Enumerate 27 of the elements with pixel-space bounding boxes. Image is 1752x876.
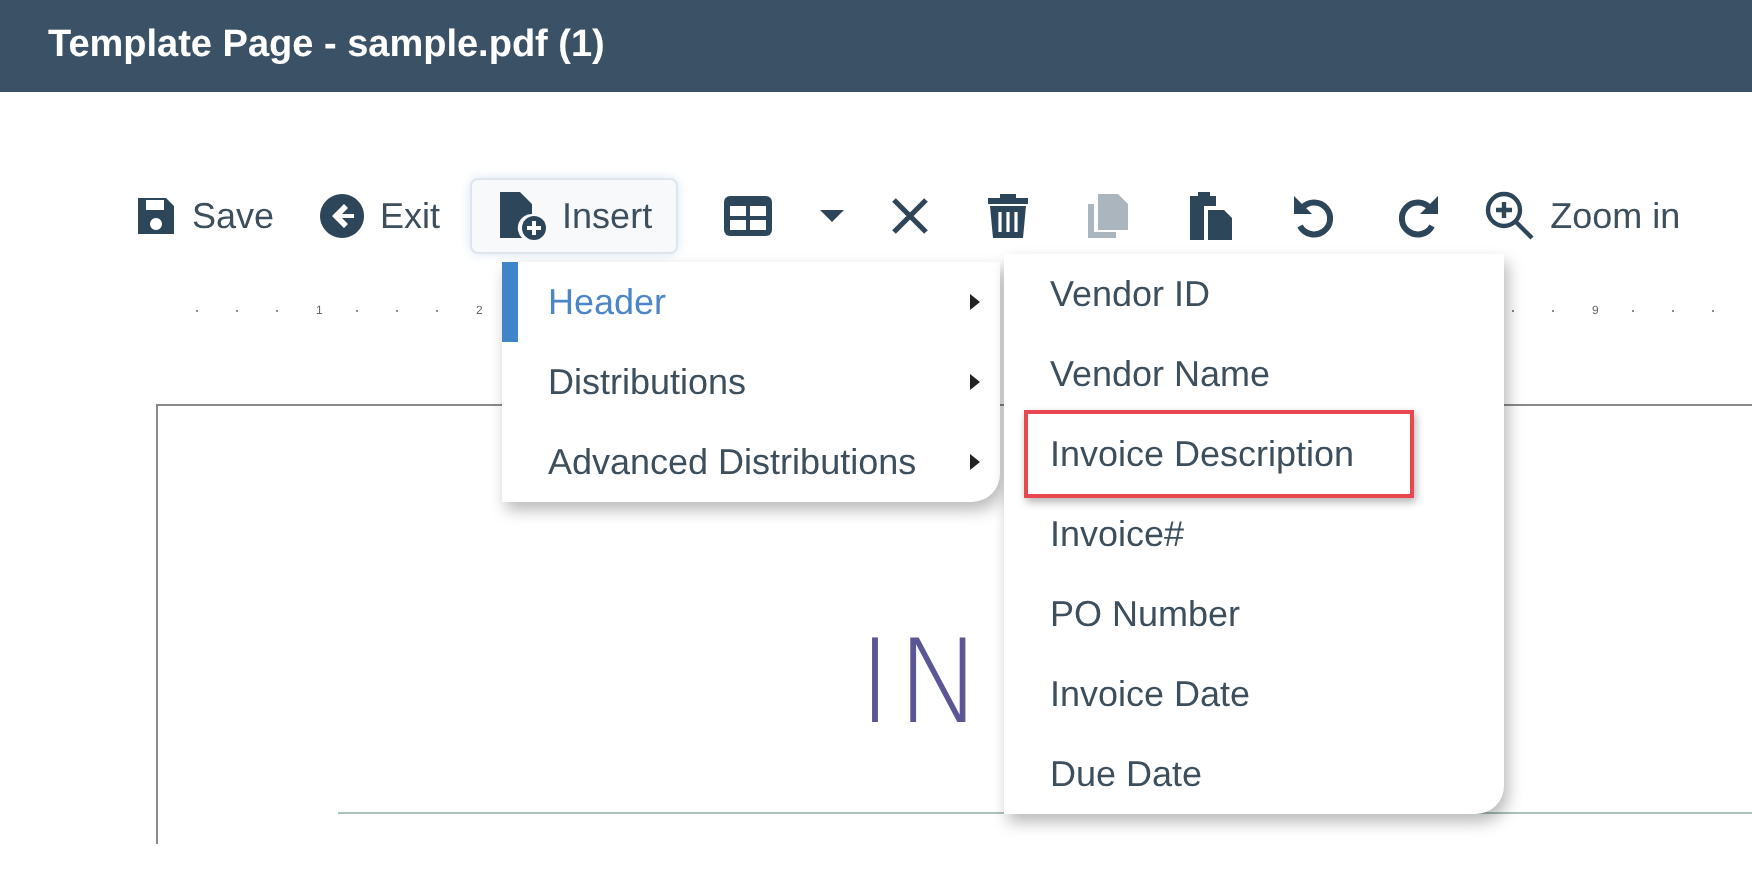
back-arrow-icon — [318, 192, 367, 240]
toolbar-button[interactable]: Save — [120, 178, 289, 254]
menu-item[interactable]: PO Number — [1004, 574, 1504, 654]
menu-item[interactable]: Invoice Date — [1004, 654, 1504, 734]
menu-item[interactable]: Advanced Distributions — [502, 422, 1000, 502]
zoom-in-icon — [1484, 190, 1537, 242]
menu-item[interactable]: Due Date — [1004, 734, 1504, 814]
add-file-icon — [496, 190, 549, 242]
menu-item[interactable]: Invoice Description — [1004, 414, 1504, 494]
toolbar-button[interactable]: Insert — [470, 178, 679, 254]
window-title: Template Page - sample.pdf (1) — [48, 24, 605, 68]
menu-item[interactable]: Invoice# — [1004, 494, 1504, 574]
zoom-in-button[interactable]: Zoom in — [1470, 178, 1695, 254]
table-icon[interactable] — [722, 194, 775, 238]
menu-item[interactable]: Vendor ID — [1004, 254, 1504, 334]
trash-icon[interactable] — [986, 192, 1031, 240]
menu-item[interactable]: Vendor Name — [1004, 334, 1504, 414]
save-icon — [134, 194, 178, 238]
document-heading: IN — [858, 630, 987, 734]
caret-icon[interactable] — [818, 208, 847, 224]
undo-icon[interactable] — [1290, 192, 1339, 240]
menu-item[interactable]: Header — [502, 262, 1000, 342]
redo-icon[interactable] — [1394, 192, 1443, 240]
toolbar-button[interactable]: Exit — [304, 178, 455, 254]
close-icon[interactable] — [890, 196, 931, 236]
menu-item[interactable]: Distributions — [502, 342, 1000, 422]
paste-icon[interactable] — [1186, 190, 1235, 242]
